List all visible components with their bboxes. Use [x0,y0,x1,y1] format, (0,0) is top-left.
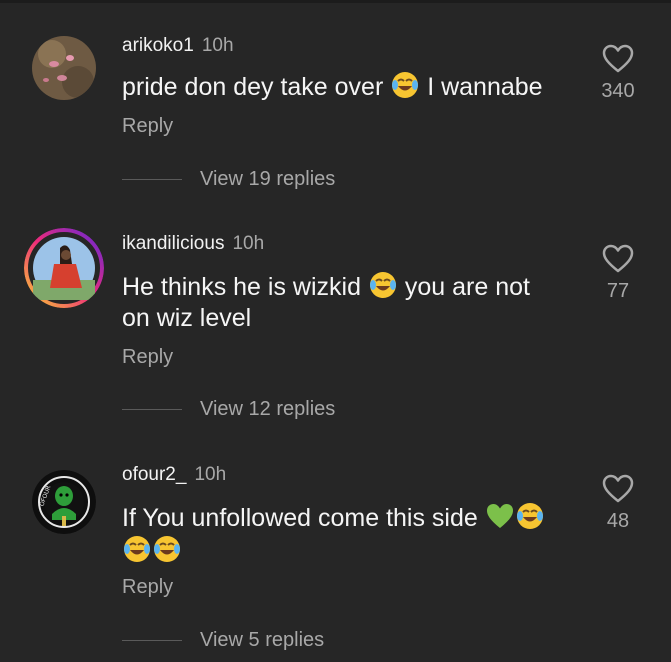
comment-text: He thinks he is wizkid you are not on wi… [122,270,582,334]
comment-text-part: pride don dey take over [122,73,384,101]
timestamp: 10h [201,35,234,56]
like-count: 77 [606,280,630,302]
avatar[interactable]: OFOUR [32,470,96,534]
comment-meta: arikoko1 10h [122,34,234,58]
like-button[interactable]: 77 [596,244,640,303]
heart-icon [602,474,634,503]
reply-button[interactable]: Reply [122,115,173,138]
view-replies-button[interactable]: View 12 replies [122,398,335,421]
face-with-tears-of-joy-icon [515,501,545,531]
face-with-tears-of-joy-icon [152,534,182,564]
heart-icon [602,244,634,273]
view-replies-label: View 12 replies [200,398,336,420]
like-count: 48 [606,510,630,532]
top-divider [0,0,671,3]
reply-button[interactable]: Reply [122,576,173,599]
face-with-tears-of-joy-icon [368,270,398,300]
replies-divider [122,409,182,410]
avatar[interactable] [24,228,104,308]
username[interactable]: ikandilicious [122,233,224,254]
heart-icon [602,44,634,73]
view-replies-button[interactable]: View 5 replies [122,629,324,652]
username[interactable]: arikoko1 [122,35,194,56]
like-button[interactable]: 48 [596,474,640,533]
green-heart-icon [485,501,515,531]
comment-text: If You unfollowed come this side [122,501,582,567]
comment-text-part: I wannabe [427,73,543,101]
avatar-image [24,228,104,308]
avatar[interactable] [32,36,96,100]
avatar-image [32,36,96,100]
comment-text-part: on wiz level [122,304,252,332]
view-replies-label: View 19 replies [200,168,336,190]
comment-text-part: If You unfollowed come this side [122,504,478,532]
timestamp: 10h [194,464,227,485]
comment-text-part: you are not [404,273,530,301]
view-replies-label: View 5 replies [200,629,325,651]
timestamp: 10h [232,233,265,254]
avatar-image: OFOUR [32,470,96,534]
username[interactable]: ofour2_ [122,464,186,485]
comment-text-part: He thinks he is wizkid [122,273,361,301]
face-with-tears-of-joy-icon [122,534,152,564]
comment-meta: ofour2_ 10h [122,463,226,487]
comment-text: pride don dey take over I wannabe [122,70,582,103]
comment-meta: ikandilicious 10h [122,232,264,256]
reply-button[interactable]: Reply [122,346,173,369]
replies-divider [122,179,182,180]
face-with-tears-of-joy-icon [390,70,420,100]
view-replies-button[interactable]: View 19 replies [122,168,335,191]
replies-divider [122,640,182,641]
like-count: 340 [601,80,635,102]
like-button[interactable]: 340 [596,44,640,103]
